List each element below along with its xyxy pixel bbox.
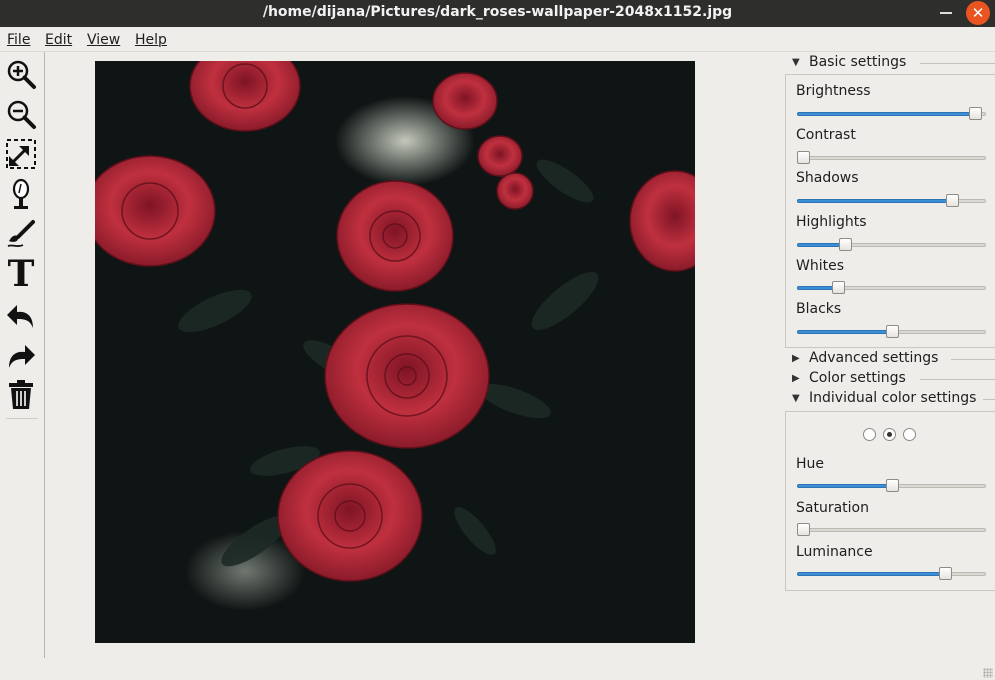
saturation-label: Saturation <box>796 500 869 516</box>
slider-handle[interactable] <box>797 523 810 536</box>
blacks-slider[interactable] <box>797 325 986 339</box>
header-rule <box>920 63 995 64</box>
menu-help-mnemonic: H <box>135 32 146 48</box>
menu-file-mnemonic: F <box>7 32 15 48</box>
minimize-button[interactable] <box>940 12 952 14</box>
window-title: /home/dijana/Pictures/dark_roses-wallpap… <box>262 4 733 20</box>
header-rule <box>951 359 995 360</box>
basic-settings-title: Basic settings <box>809 54 907 70</box>
resize-grip-icon[interactable] <box>983 668 993 678</box>
brightness-slider[interactable] <box>797 107 986 121</box>
zoom-in-button[interactable] <box>4 57 38 91</box>
color-radio-group <box>863 428 923 442</box>
settings-panel: ▼ Basic settings Brightness Contrast Sha… <box>785 52 995 658</box>
slider-handle[interactable] <box>832 281 845 294</box>
color-radio-2[interactable] <box>883 428 896 441</box>
slider-handle[interactable] <box>886 325 899 338</box>
header-rule <box>983 399 995 400</box>
fit-to-window-button[interactable] <box>4 137 38 171</box>
slider-track <box>797 156 986 160</box>
title-bar: /home/dijana/Pictures/dark_roses-wallpap… <box>0 0 995 27</box>
text-tool-icon: T <box>7 253 35 295</box>
advanced-settings-title: Advanced settings <box>809 350 939 366</box>
slider-fill <box>797 572 945 576</box>
hue-label: Hue <box>796 456 825 472</box>
highlights-label: Highlights <box>796 214 867 230</box>
expand-arrow-icon: ▼ <box>792 57 800 68</box>
status-bar <box>0 658 995 680</box>
slider-fill <box>797 330 892 334</box>
menu-view[interactable]: View <box>87 32 120 48</box>
color-settings-header[interactable]: ▶ Color settings <box>785 369 995 389</box>
expand-arrow-icon: ▼ <box>792 393 800 404</box>
redo-icon <box>9 345 35 368</box>
menu-view-label: iew <box>96 32 121 48</box>
close-button[interactable]: ✕ <box>966 1 990 25</box>
slider-handle[interactable] <box>969 107 982 120</box>
zoom-in-icon <box>7 60 36 89</box>
contrast-slider[interactable] <box>797 151 986 165</box>
undo-button[interactable] <box>4 297 38 331</box>
slider-fill <box>797 199 952 203</box>
color-picker-icon <box>12 178 30 209</box>
color-picker-button[interactable] <box>4 177 38 211</box>
tool-bar: T <box>0 52 45 658</box>
menu-file[interactable]: File <box>7 32 30 48</box>
slider-handle[interactable] <box>839 238 852 251</box>
slider-handle[interactable] <box>939 567 952 580</box>
slider-fill <box>797 243 845 247</box>
menu-help-label: elp <box>145 32 167 48</box>
collapse-arrow-icon: ▶ <box>792 353 800 364</box>
collapse-arrow-icon: ▶ <box>792 373 800 384</box>
delete-icon <box>9 380 33 409</box>
image-canvas[interactable] <box>95 61 695 643</box>
color-radio-3[interactable] <box>903 428 916 441</box>
advanced-settings-header[interactable]: ▶ Advanced settings <box>785 349 995 369</box>
toolbar-separator <box>6 418 38 419</box>
luminance-slider[interactable] <box>797 567 986 581</box>
slider-track <box>797 528 986 532</box>
menu-edit[interactable]: Edit <box>45 32 72 48</box>
slider-fill <box>797 112 975 116</box>
menu-bar: File Edit View Help <box>0 28 995 52</box>
menu-edit-label: dit <box>53 32 73 48</box>
color-settings-title: Color settings <box>809 370 906 386</box>
individual-color-settings-group: Hue Saturation Luminance <box>785 411 995 591</box>
menu-file-label: ile <box>14 32 31 48</box>
whites-label: Whites <box>796 258 845 274</box>
slider-handle[interactable] <box>946 194 959 207</box>
brush-icon <box>7 220 35 248</box>
luminance-label: Luminance <box>796 544 873 560</box>
shadows-slider[interactable] <box>797 194 986 208</box>
brush-button[interactable] <box>4 217 38 251</box>
zoom-out-button[interactable] <box>4 97 38 131</box>
header-rule <box>920 379 995 380</box>
slider-handle[interactable] <box>886 479 899 492</box>
contrast-label: Contrast <box>796 127 856 143</box>
saturation-slider[interactable] <box>797 523 986 537</box>
redo-button[interactable] <box>4 337 38 371</box>
blacks-label: Blacks <box>796 301 842 317</box>
menu-view-mnemonic: V <box>87 32 97 48</box>
highlights-slider[interactable] <box>797 238 986 252</box>
basic-settings-group: Brightness Contrast Shadows Highlights W… <box>785 74 995 348</box>
fit-to-window-icon <box>6 139 36 169</box>
slider-handle[interactable] <box>797 151 810 164</box>
shadows-label: Shadows <box>796 170 859 186</box>
menu-edit-mnemonic: E <box>45 32 54 48</box>
text-tool-button[interactable]: T <box>4 253 38 295</box>
zoom-out-icon <box>7 100 36 129</box>
individual-color-settings-title: Individual color settings <box>809 390 977 406</box>
slider-fill <box>797 484 892 488</box>
individual-color-settings-header[interactable]: ▼ Individual color settings <box>785 389 995 409</box>
basic-settings-header[interactable]: ▼ Basic settings <box>785 53 995 73</box>
roses-image <box>95 61 695 643</box>
whites-slider[interactable] <box>797 281 986 295</box>
menu-help[interactable]: Help <box>135 32 167 48</box>
hue-slider[interactable] <box>797 479 986 493</box>
color-radio-1[interactable] <box>863 428 876 441</box>
delete-button[interactable] <box>4 377 38 411</box>
undo-icon <box>7 305 33 328</box>
brightness-label: Brightness <box>796 83 871 99</box>
